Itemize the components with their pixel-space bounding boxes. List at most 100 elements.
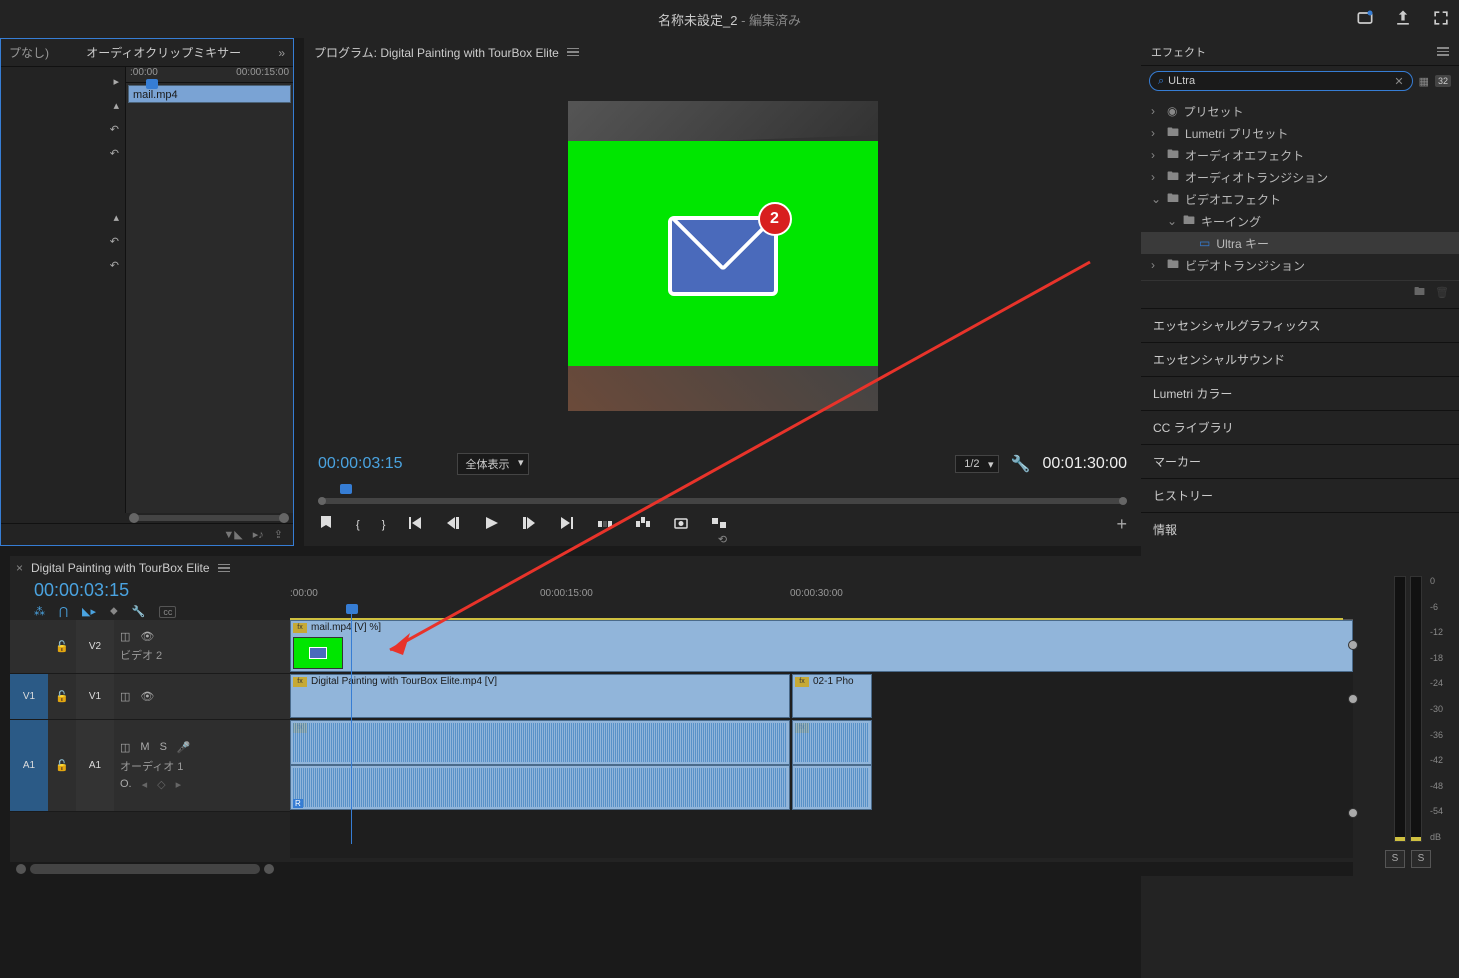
lock-icon[interactable]: 🔓 <box>48 759 76 772</box>
tree-lumetri-presets[interactable]: ›🖿Lumetri プリセット <box>1141 122 1459 144</box>
export-icon[interactable]: ⇪ <box>274 528 283 541</box>
sync-lock-icon[interactable]: ◫ <box>120 741 130 754</box>
delete-icon[interactable]: 🗑 <box>1435 286 1449 299</box>
wrench-icon[interactable]: 🔧 <box>1011 454 1031 474</box>
sync-lock-icon[interactable]: ◫ <box>120 630 130 643</box>
new-bin-icon[interactable]: ▦ <box>1419 75 1429 88</box>
zoom-dropdown[interactable]: 全体表示 <box>457 453 529 475</box>
up-arrow-icon[interactable]: ▴ <box>1 93 119 117</box>
share-icon[interactable] <box>1393 8 1413 31</box>
panel-menu-icon[interactable] <box>218 564 230 573</box>
clip-mail-v2[interactable]: fx mail.mp4 [V] %] <box>290 620 1353 672</box>
button-editor-icon[interactable]: + <box>1116 514 1127 535</box>
panel-info[interactable]: 情報 <box>1141 512 1459 546</box>
timeline-playhead[interactable] <box>346 604 358 614</box>
source-patch-a1[interactable]: A1 <box>10 720 48 811</box>
undo-icon[interactable]: ↶ <box>1 253 119 277</box>
effects-panel-title[interactable]: エフェクト <box>1151 44 1206 60</box>
timeline-clips-area[interactable]: fx mail.mp4 [V] %] fx Digital Painting w… <box>290 620 1353 858</box>
tree-ultra-key[interactable]: ▭Ultra キー <box>1141 232 1459 254</box>
voiceover-icon[interactable]: 🎤 <box>177 741 191 754</box>
timeline-timecode[interactable]: 00:00:03:15 <box>34 580 290 601</box>
play-icon[interactable]: ▸ <box>1 69 119 93</box>
tree-keying[interactable]: ⌄🖿キーイング <box>1141 210 1459 232</box>
filter-icon[interactable]: ▼◣ <box>223 528 242 541</box>
undo-icon[interactable]: ↶ <box>1 117 119 141</box>
comparison-icon[interactable] <box>711 515 727 534</box>
tree-video-transitions[interactable]: ›🖿ビデオトランジション <box>1141 254 1459 276</box>
new-folder-icon[interactable]: 🖿 <box>1414 283 1425 302</box>
close-sequence-icon[interactable]: × <box>16 561 23 575</box>
add-keyframe-icon[interactable]: ◇ <box>157 778 165 791</box>
linked-selection-icon[interactable]: ◣▸ <box>82 605 96 618</box>
program-viewer[interactable]: 2 <box>304 66 1141 446</box>
lock-icon[interactable]: 🔓 <box>48 690 76 703</box>
clip-audio-a1-1[interactable]: fx <box>290 720 790 765</box>
go-to-out-icon[interactable] <box>559 515 575 534</box>
quick-export-icon[interactable] <box>1355 8 1375 31</box>
solo-left-button[interactable]: S <box>1385 850 1405 868</box>
clip-02-1-pho[interactable]: fx 02-1 Pho <box>792 674 872 718</box>
source-playhead[interactable] <box>146 79 158 89</box>
tree-presets[interactable]: ›◉プリセット <box>1141 100 1459 122</box>
clip-digital-painting-v1[interactable]: fx Digital Painting with TourBox Elite.m… <box>290 674 790 718</box>
cc-icon[interactable]: cc <box>159 606 176 618</box>
timeline-ruler[interactable]: :00:00 00:00:15:00 00:00:30:00 <box>290 580 1353 620</box>
export-frame-icon[interactable] <box>673 515 689 534</box>
timeline-scrollbar[interactable] <box>10 862 1353 876</box>
prev-keyframe-icon[interactable]: ◂ <box>142 778 148 791</box>
panel-essential-sound[interactable]: エッセンシャルサウンド <box>1141 342 1459 376</box>
lift-icon[interactable] <box>597 515 613 534</box>
panel-overflow-icon[interactable]: » <box>270 46 293 60</box>
panel-lumetri-color[interactable]: Lumetri カラー <box>1141 376 1459 410</box>
source-scrollbar[interactable] <box>133 515 285 521</box>
program-scrubber[interactable] <box>318 484 1127 508</box>
step-forward-icon[interactable] <box>521 515 537 534</box>
tree-video-effects[interactable]: ⌄🖿ビデオエフェクト <box>1141 188 1459 210</box>
resolution-dropdown[interactable]: 1/2 <box>955 455 998 473</box>
sync-lock-icon[interactable]: ◫ <box>120 690 130 703</box>
effects-search-box[interactable]: ⌕ ✕ <box>1149 71 1413 91</box>
lock-icon[interactable]: 🔓 <box>48 640 76 653</box>
play-icon[interactable] <box>483 515 499 534</box>
track-header-a1[interactable]: A1 🔓 A1 ◫MS🎤 オーディオ 1 O.◂◇▸ <box>10 720 290 812</box>
undo-icon[interactable]: ↶ <box>1 229 119 253</box>
marker-tool-icon[interactable]: ⬥ <box>110 605 118 618</box>
write-icon[interactable]: ▸♪ <box>253 528 264 541</box>
fullscreen-icon[interactable] <box>1431 8 1451 31</box>
target-a1[interactable]: A1 <box>76 720 114 811</box>
clip-audio-a1r-1[interactable]: R <box>290 765 790 810</box>
insert-tool-icon[interactable]: ⁂ <box>34 605 45 618</box>
tree-audio-effects[interactable]: ›🖿オーディオエフェクト <box>1141 144 1459 166</box>
effects-search-input[interactable] <box>1168 75 1394 87</box>
extract-icon[interactable] <box>635 515 651 534</box>
next-keyframe-icon[interactable]: ▸ <box>176 778 182 791</box>
refresh-icon[interactable]: ⟲ <box>718 534 727 546</box>
clip-audio-a1-2[interactable]: fx <box>792 720 872 765</box>
wrench-icon[interactable]: 🔧 <box>132 605 146 618</box>
clear-search-icon[interactable]: ✕ <box>1394 75 1403 88</box>
keyframe-mode[interactable]: O. <box>120 778 132 790</box>
eye-icon[interactable]: 👁 <box>140 690 154 703</box>
program-timecode[interactable]: 00:00:03:15 <box>318 455 403 473</box>
tab-audio-clip-mixer[interactable]: オーディオクリップミキサー <box>57 44 270 61</box>
mute-button[interactable]: M <box>140 741 149 753</box>
panel-menu-icon[interactable] <box>567 48 579 57</box>
mark-in-icon[interactable]: { <box>356 519 360 531</box>
solo-right-button[interactable]: S <box>1411 850 1431 868</box>
go-to-in-icon[interactable] <box>407 515 423 534</box>
tree-audio-transitions[interactable]: ›🖿オーディオトランジション <box>1141 166 1459 188</box>
panel-menu-icon[interactable] <box>1437 47 1449 56</box>
step-back-icon[interactable] <box>445 515 461 534</box>
badge-32-icon[interactable]: 32 <box>1435 75 1451 87</box>
track-header-v2[interactable]: 🔓 V2 ◫👁 ビデオ 2 <box>10 620 290 674</box>
undo-icon[interactable]: ↶ <box>1 141 119 165</box>
panel-cc-libraries[interactable]: CC ライブラリ <box>1141 410 1459 444</box>
clip-audio-a1r-2[interactable] <box>792 765 872 810</box>
panel-markers[interactable]: マーカー <box>1141 444 1459 478</box>
panel-essential-graphics[interactable]: エッセンシャルグラフィックス <box>1141 308 1459 342</box>
target-v2[interactable]: V2 <box>76 620 114 673</box>
tab-clip-none[interactable]: プなし) <box>1 44 57 61</box>
snap-icon[interactable]: ⋂ <box>59 605 68 618</box>
eye-icon[interactable]: 👁 <box>140 630 154 643</box>
